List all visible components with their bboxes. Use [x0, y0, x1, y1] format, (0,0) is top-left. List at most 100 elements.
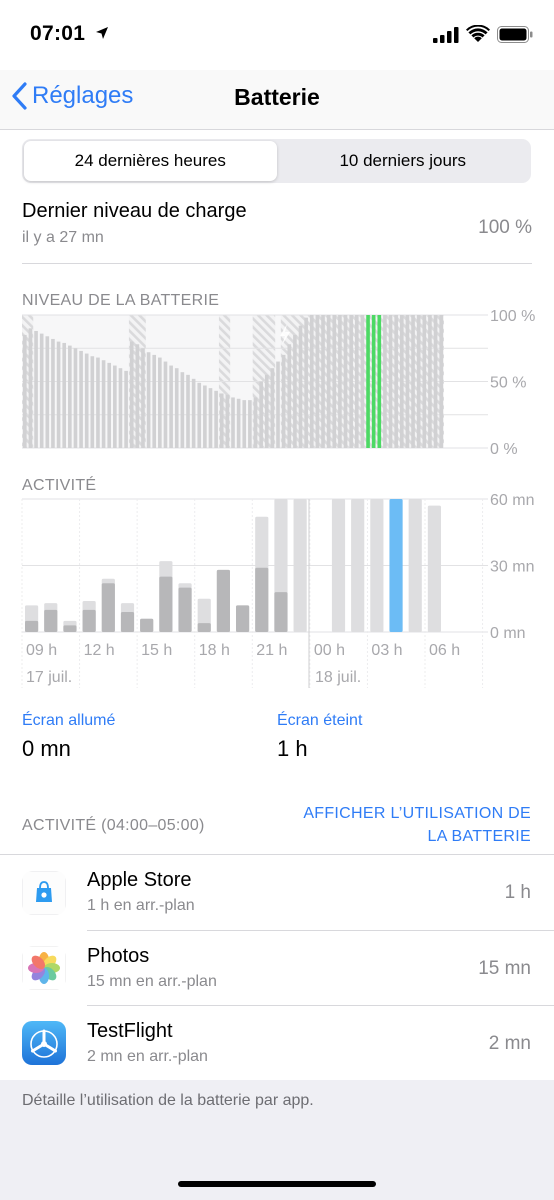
activity-bar-screen-on: [25, 620, 39, 632]
activity-bar-screen-off: [408, 499, 422, 632]
page-title: Batterie: [234, 84, 320, 110]
footer: Détaille l’utilisation de la batterie pa…: [0, 1080, 554, 1200]
app-usage-time: 15 mn: [478, 958, 531, 979]
last-charge-value: 100 %: [478, 217, 532, 238]
activity-chart[interactable]: 60 mn 30 mn 0 mn 09 h 12 h 15 h 18 h 21 h 00 h 0…: [0, 490, 554, 690]
location-arrow-icon: [96, 27, 108, 39]
battery-bar: [62, 342, 67, 448]
link-line-2: LA BATTERIE: [427, 828, 531, 845]
battery-bar: [186, 374, 190, 448]
app-row-apple-store[interactable]: Apple Store 1 h en arr.-plan 1 h: [0, 855, 554, 930]
wifi-icon: [466, 25, 490, 42]
y-tick-label: 60 mn: [490, 492, 534, 509]
x-tick-label: 12 h: [84, 642, 115, 659]
battery-bar: [264, 374, 269, 448]
battery-bar: [146, 352, 151, 448]
last-charge-label: Dernier niveau de charge: [22, 200, 247, 222]
y-tick-label: 0 mn: [490, 625, 526, 642]
activity-bar-screen-on: [140, 618, 154, 632]
battery-bar: [96, 357, 100, 448]
app-background-time: 1 h en arr.-plan: [87, 897, 195, 914]
status-time: 07:01: [30, 22, 86, 45]
app-usage-time: 2 mn: [488, 1033, 531, 1054]
battery-bar: [56, 341, 61, 448]
battery-bar: [34, 330, 38, 448]
activity-window-label: ACTIVITÉ (04:00–05:00): [22, 817, 205, 834]
x-tick-label: 03 h: [371, 642, 402, 659]
battery-bar: [23, 334, 27, 448]
cellular-signal-icon: [433, 27, 459, 43]
battery-bar: [343, 315, 348, 448]
app-name: Apple Store: [87, 869, 192, 891]
app-background-time: 2 mn en arr.-plan: [87, 1048, 208, 1065]
last-charge-row: Dernier niveau de charge il y a 27 mn 10…: [22, 200, 532, 264]
activity-bar-screen-on: [82, 609, 96, 632]
battery-bar: [439, 315, 443, 448]
battery-bar: [68, 345, 72, 448]
x-tick-label: 15 h: [141, 642, 172, 659]
footer-note: Détaille l’utilisation de la batterie pa…: [22, 1092, 314, 1109]
battery-bar: [79, 350, 83, 448]
activity-bar-screen-off: [331, 499, 346, 632]
y-tick-label: 30 mn: [490, 559, 534, 576]
status-bar: 07:01: [0, 0, 554, 70]
battery-bar: [236, 398, 241, 448]
battery-bar: [124, 370, 128, 448]
battery-bar: [388, 315, 393, 448]
battery-bar: [242, 400, 247, 448]
battery-bar: [304, 317, 308, 448]
battery-level-chart[interactable]: 100 % 50 % 0 %: [0, 305, 554, 455]
battery-bar: [197, 382, 202, 448]
activity-bar-screen-on: [274, 592, 288, 632]
battery-bar: [416, 315, 421, 448]
y-tick-label: 0 %: [490, 441, 518, 455]
battery-bar: [180, 372, 185, 448]
battery-bar: [405, 315, 410, 448]
battery-bar: [203, 385, 207, 448]
battery-bar: [248, 400, 252, 448]
activity-bar-screen-on: [255, 567, 269, 632]
navigation-bar: Réglages Batterie: [0, 70, 554, 130]
screen-on-stat: Écran allumé 0 mn: [22, 712, 115, 762]
battery-bar: [45, 336, 50, 448]
screen-off-stat: Écran éteint 1 h: [277, 712, 362, 762]
battery-bar: [377, 315, 382, 448]
battery-bar: [315, 315, 320, 448]
battery-bar: [270, 368, 275, 448]
battery-bar: [101, 360, 106, 448]
app-row-testflight[interactable]: TestFlight 2 mn en arr.-plan 2 mn: [0, 1005, 554, 1080]
time-range-segmented-control: 24 dernières heures 10 derniers jours: [22, 139, 531, 183]
battery-bar: [293, 334, 297, 448]
screen-off-label: Écran éteint: [277, 712, 363, 729]
photos-icon: [22, 946, 66, 990]
segment-24-hours[interactable]: 24 dernières heures: [24, 141, 277, 181]
testflight-icon: [22, 1021, 66, 1065]
activity-bar-screen-off: [389, 499, 403, 632]
apple-store-icon: [22, 871, 66, 915]
battery-bar: [411, 315, 415, 448]
battery-bar: [129, 341, 134, 448]
screen-on-value: 0 mn: [22, 736, 71, 761]
battery-icon: [497, 26, 533, 43]
battery-bar: [39, 333, 44, 448]
battery-bar: [135, 344, 140, 448]
battery-bar: [169, 365, 173, 448]
x-tick-label: 06 h: [429, 642, 460, 659]
battery-bar: [428, 315, 432, 448]
battery-bar: [422, 315, 427, 448]
last-charge-time: il y a 27 mn: [22, 229, 104, 246]
app-row-photos[interactable]: Photos 15 mn en arr.-plan 15 mn: [0, 930, 554, 1005]
battery-bar: [433, 315, 438, 448]
screen-off-value: 1 h: [277, 736, 308, 761]
battery-bar: [152, 354, 157, 448]
battery-bar: [174, 368, 179, 448]
show-battery-usage-link[interactable]: AFFICHER L’UTILISATION DE LA BATTERIE: [303, 802, 531, 848]
home-indicator[interactable]: [178, 1181, 376, 1187]
battery-bar: [73, 348, 78, 448]
battery-bar: [253, 397, 258, 448]
activity-bar-screen-off: [427, 505, 441, 632]
battery-bar: [158, 357, 162, 448]
segment-10-days[interactable]: 10 derniers jours: [277, 141, 530, 181]
app-name: TestFlight: [87, 1020, 173, 1042]
battery-bar: [332, 315, 337, 448]
